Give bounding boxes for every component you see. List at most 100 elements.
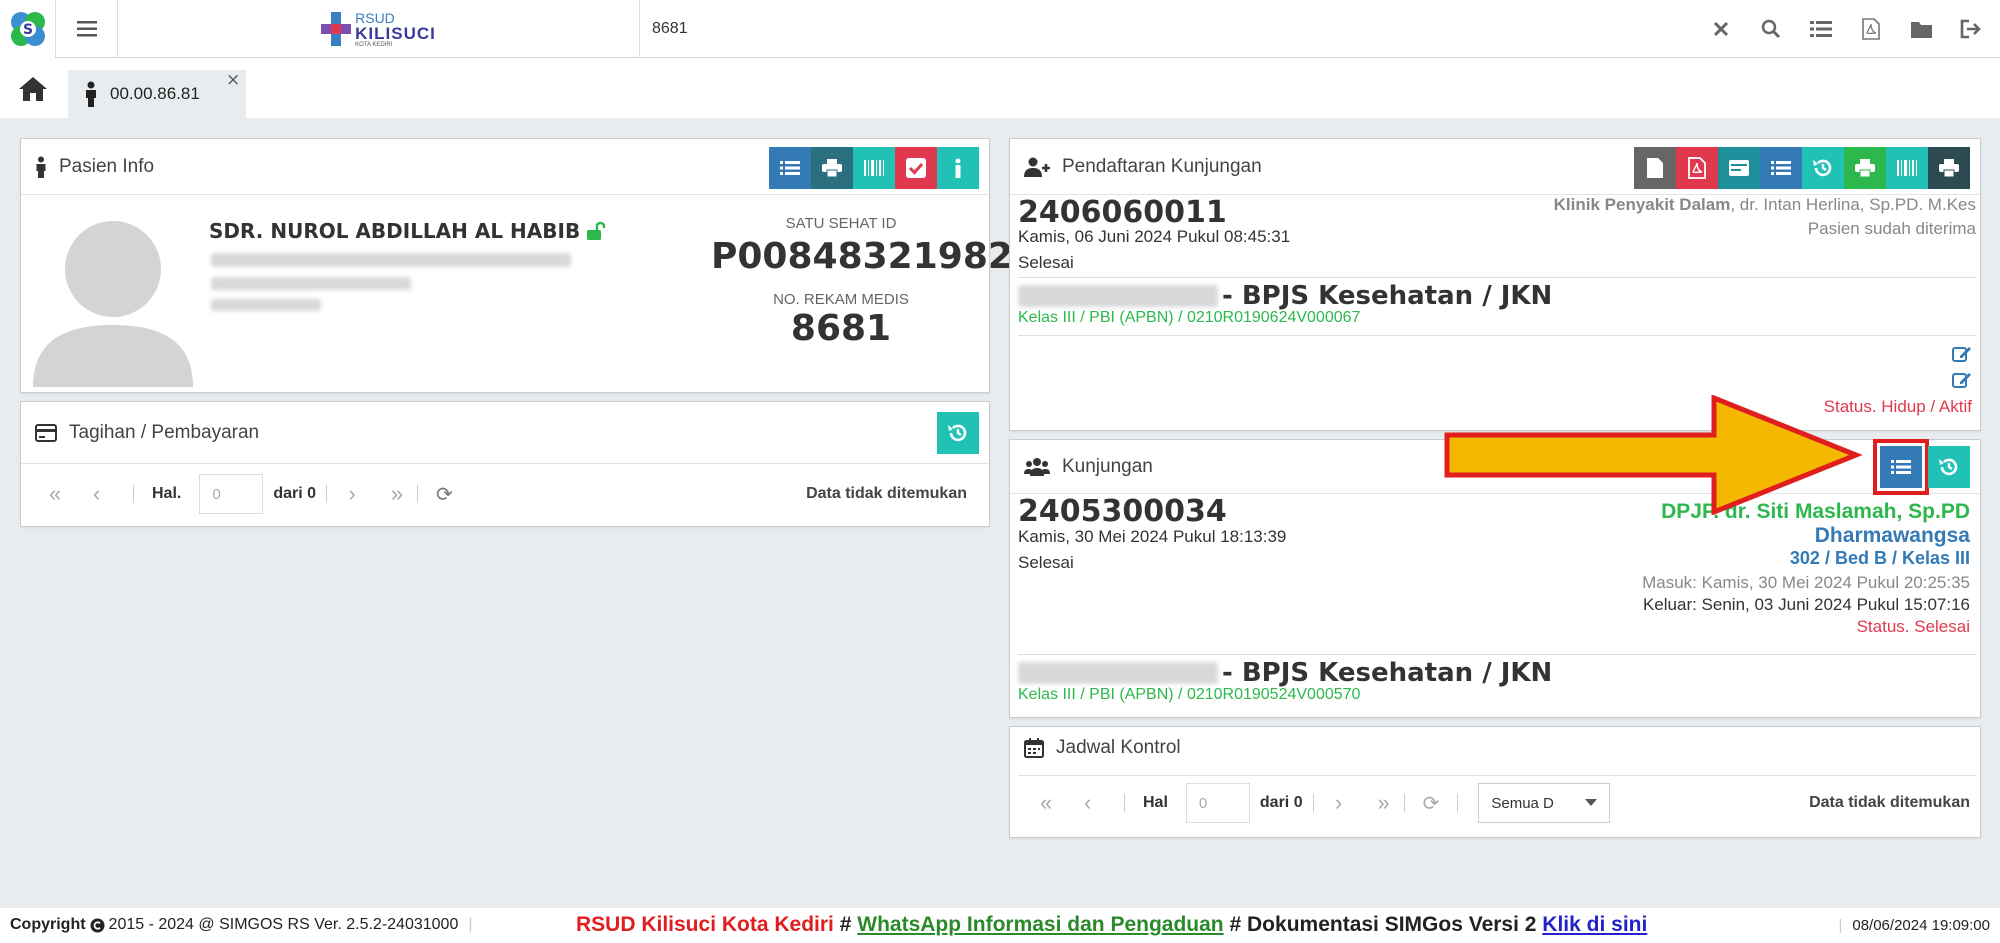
bpjs-number-redacted <box>1018 662 1218 684</box>
tab-home[interactable] <box>18 76 48 107</box>
next-page-icon[interactable]: › <box>1314 790 1364 816</box>
person-icon <box>36 156 46 178</box>
print-dark-button[interactable] <box>1928 147 1970 189</box>
page-input[interactable]: 0 <box>199 474 264 514</box>
person-icon <box>86 81 96 107</box>
tab-close-icon[interactable]: × <box>226 70 240 90</box>
refresh-icon[interactable]: ⟳ <box>1423 791 1440 816</box>
list-icon[interactable] <box>1810 18 1832 40</box>
pdf-button[interactable] <box>1676 147 1718 189</box>
refresh-icon[interactable]: ⟳ <box>436 482 453 507</box>
pdf-file-icon[interactable] <box>1860 18 1882 40</box>
first-page-icon[interactable]: « <box>49 481 93 507</box>
list-icon <box>1891 460 1911 474</box>
kelas-info: Kelas III / PBI (APBN) / 0210R0190524V00… <box>1018 686 1361 703</box>
last-page-icon[interactable]: » <box>377 481 417 507</box>
first-page-icon[interactable]: « <box>1040 790 1084 816</box>
patient-extra-redacted <box>211 299 321 311</box>
last-page-icon[interactable]: » <box>1364 790 1404 816</box>
print-button[interactable] <box>811 147 853 189</box>
marquee-hospital: RSUD Kilisuci Kota Kediri <box>576 913 834 936</box>
print-icon <box>1939 159 1959 177</box>
rekam-medis-label: NO. REKAM MEDIS <box>773 291 909 308</box>
hospital-brand: RSUD KILISUCI KOTA KEDIRI <box>118 0 640 58</box>
app-logo[interactable]: S <box>0 0 56 58</box>
copyright-label: Copyright <box>10 916 86 933</box>
next-page-icon[interactable]: › <box>327 481 377 507</box>
filter-select-value: Semua D <box>1491 794 1554 812</box>
brand-line3: KOTA KEDIRI <box>355 41 393 48</box>
menu-toggle-button[interactable] <box>56 0 118 58</box>
tab-patient-label: 00.00.86.81 <box>110 84 200 103</box>
dari-label: dari 0 <box>273 485 317 502</box>
registration-status: Selesai <box>1018 253 1074 272</box>
tab-patient[interactable]: 00.00.86.81 <box>68 70 246 118</box>
whatsapp-link[interactable]: WhatsApp Informasi dan Pengaduan <box>857 913 1223 936</box>
search-icon[interactable] <box>1760 18 1782 40</box>
hal-label: Hal. <box>152 485 182 502</box>
brand-line1: RSUD <box>355 9 395 26</box>
history-button[interactable] <box>1928 446 1970 488</box>
edit-icon[interactable] <box>1952 371 1972 394</box>
card-button[interactable] <box>1718 147 1760 189</box>
marquee-hash: # <box>839 913 852 936</box>
marquee-hash: # <box>1229 913 1242 936</box>
print-icon <box>822 159 842 177</box>
pasien-info-panel: Pasien Info SDR. NUROL ABDILLAH AL HABIB… <box>20 138 1013 393</box>
hal-label: Hal <box>1143 794 1168 811</box>
list-icon <box>780 161 800 175</box>
patient-name: SDR. NUROL ABDILLAH AL HABIB <box>209 219 581 243</box>
folder-icon[interactable] <box>1910 18 1932 40</box>
check-square-icon <box>906 158 926 178</box>
barcode-button[interactable] <box>1886 147 1928 189</box>
history-button[interactable] <box>937 412 979 454</box>
page-input[interactable]: 0 <box>1185 783 1250 823</box>
panel-title: Kunjungan <box>1062 455 1153 477</box>
checklist-button[interactable] <box>895 147 937 189</box>
top-navbar: S RSUD KILISUCI KOTA KEDIRI 8681 <box>0 0 2000 58</box>
visit-date: Kamis, 30 Mei 2024 Pukul 18:13:39 <box>1018 527 1287 546</box>
pdf-file-icon <box>1688 157 1706 179</box>
list-button[interactable] <box>1760 147 1802 189</box>
chevron-down-icon <box>1585 799 1598 806</box>
info-button[interactable] <box>937 147 979 189</box>
info-icon <box>955 158 961 178</box>
patient-details-redacted <box>211 253 571 267</box>
edit-icon[interactable] <box>1952 345 1972 368</box>
panel-title: Pasien Info <box>59 155 155 177</box>
ward-name: Dharmawangsa <box>1814 524 1970 547</box>
masuk-time: Masuk: Kamis, 30 Mei 2024 Pukul 20:25:35 <box>1642 573 1970 592</box>
logout-icon[interactable] <box>1960 18 1982 40</box>
document-button[interactable] <box>1634 147 1676 189</box>
docs-link[interactable]: Klik di sini <box>1542 913 1647 936</box>
marquee-docs: Dokumentasi SIMGos Versi 2 <box>1247 913 1537 936</box>
unlock-icon[interactable] <box>586 221 606 241</box>
history-button[interactable] <box>1802 147 1844 189</box>
calendar-icon <box>1024 738 1044 758</box>
print-icon <box>1855 159 1875 177</box>
rekam-medis-value: 8681 <box>790 308 892 349</box>
dari-label: dari 0 <box>1259 794 1303 811</box>
satu-sehat-label: SATU SEHAT ID <box>785 215 897 232</box>
prev-page-icon[interactable]: ‹ <box>93 481 133 507</box>
visit-end-status: Status. Selesai <box>1856 617 1970 636</box>
print-button[interactable] <box>1844 147 1886 189</box>
panel-title: Pendaftaran Kunjungan <box>1062 155 1262 177</box>
prev-page-icon[interactable]: ‹ <box>1084 790 1124 816</box>
insurance-name: - BPJS Kesehatan / JKN <box>1222 658 1553 688</box>
visit-list-button[interactable] <box>1873 439 1929 495</box>
list-button[interactable] <box>769 147 811 189</box>
file-icon <box>1647 158 1663 178</box>
user-plus-icon <box>1024 157 1050 177</box>
hospital-cross-logo-icon <box>321 12 352 46</box>
barcode-button[interactable] <box>853 147 895 189</box>
filter-select[interactable]: Semua D <box>1478 783 1611 823</box>
list-icon <box>1771 161 1791 175</box>
search-input[interactable]: 8681 <box>652 20 688 38</box>
satu-sehat-id: P00848321982 <box>711 236 1013 277</box>
kelas-info: Kelas III / PBI (APBN) / 0210R0190624V00… <box>1018 309 1361 326</box>
barcode-icon <box>864 160 884 176</box>
barcode-icon <box>1897 160 1917 176</box>
empty-message: Data tidak ditemukan <box>806 485 967 502</box>
close-icon[interactable] <box>1710 18 1732 40</box>
